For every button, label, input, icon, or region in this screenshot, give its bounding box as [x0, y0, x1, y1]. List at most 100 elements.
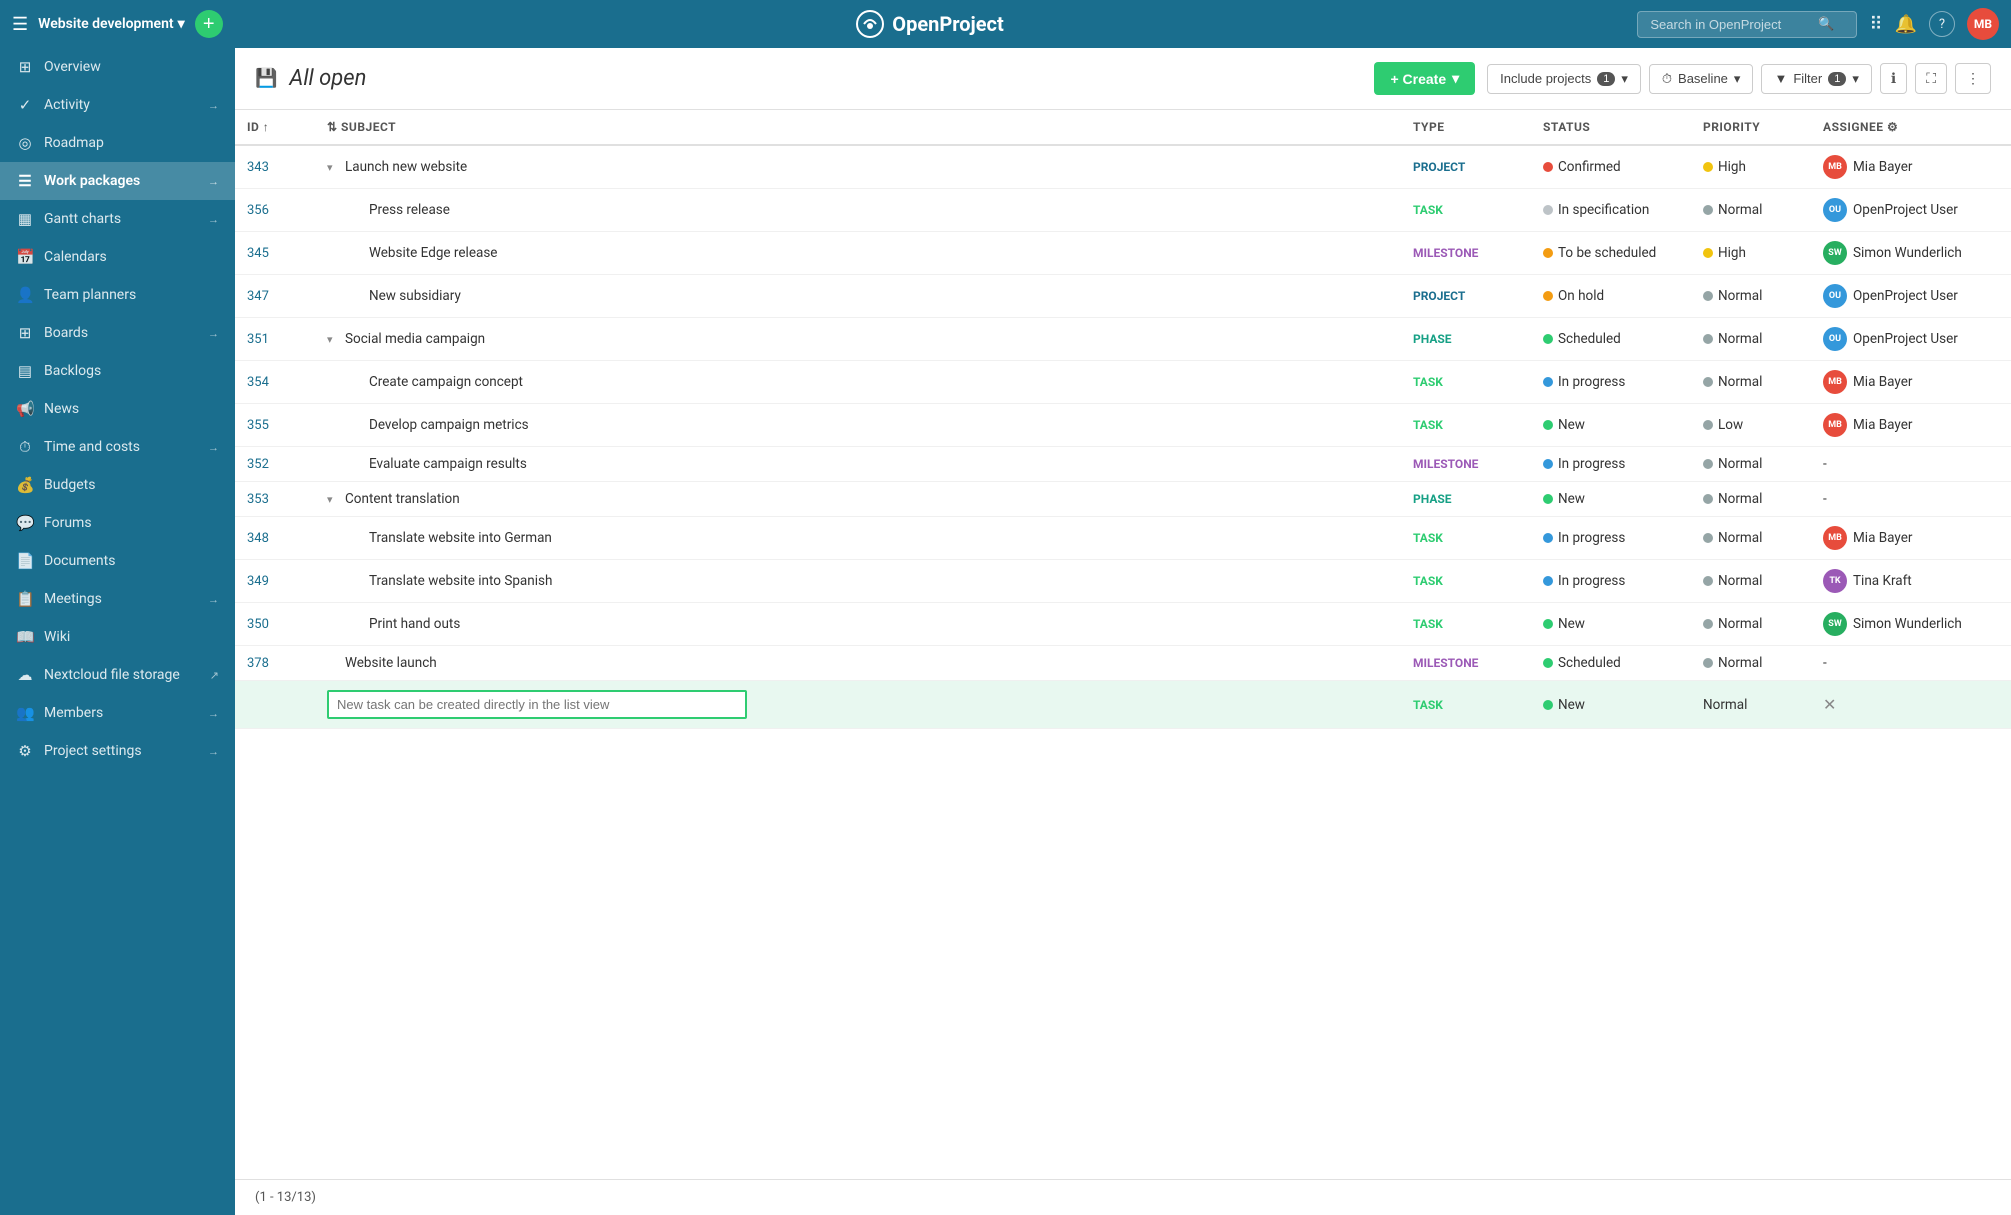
cell-status-378: Scheduled — [1531, 646, 1691, 681]
subject-text-378: Website launch — [345, 655, 437, 671]
filter-button[interactable]: ▼ Filter 1 ▾ — [1761, 64, 1871, 94]
info-button[interactable]: ℹ — [1880, 63, 1907, 94]
assignee-avatar-348: MB — [1823, 526, 1847, 550]
sidebar-item-calendars[interactable]: 📅 Calendars — [0, 238, 235, 276]
baseline-button[interactable]: ⏱ Baseline ▾ — [1649, 64, 1754, 94]
sidebar-item-work-packages[interactable]: ☰ Work packages → — [0, 162, 235, 200]
sidebar-item-overview[interactable]: ⊞ Overview — [0, 48, 235, 86]
assignee-name-352: - — [1823, 456, 1827, 472]
fullscreen-button[interactable]: ⛶ — [1915, 63, 1947, 94]
type-badge-353: PHASE — [1413, 492, 1452, 506]
quick-add-button[interactable]: + — [195, 10, 223, 38]
sidebar-item-documents[interactable]: 📄 Documents — [0, 542, 235, 580]
id-link-356[interactable]: 356 — [247, 203, 269, 218]
sidebar-item-wiki[interactable]: 📖 Wiki — [0, 618, 235, 656]
new-task-type-cell: TASK — [1401, 681, 1531, 729]
id-link-348[interactable]: 348 — [247, 531, 269, 546]
id-link-349[interactable]: 349 — [247, 574, 269, 589]
assignee-avatar-347: OU — [1823, 284, 1847, 308]
id-link-353[interactable]: 353 — [247, 492, 269, 507]
col-priority[interactable]: PRIORITY — [1691, 110, 1811, 145]
priority-dot-354 — [1703, 377, 1713, 387]
include-projects-button[interactable]: Include projects 1 ▾ — [1487, 64, 1641, 94]
id-link-378[interactable]: 378 — [247, 656, 269, 671]
sidebar-arrow-boards: → — [208, 327, 219, 340]
activity-icon: ✓ — [16, 96, 34, 114]
more-options-button[interactable]: ⋮ — [1955, 63, 1991, 94]
save-view-icon[interactable]: 💾 — [255, 68, 277, 89]
id-link-354[interactable]: 354 — [247, 375, 269, 390]
collapse-btn-353[interactable]: ▾ — [327, 493, 341, 506]
grid-menu-icon[interactable]: ⠿ — [1869, 14, 1882, 35]
priority-text-355: Low — [1718, 417, 1743, 433]
sidebar-label-members: Members — [44, 705, 198, 721]
cell-priority-378: Normal — [1691, 646, 1811, 681]
column-settings-icon[interactable]: ⚙ — [1887, 120, 1898, 134]
sidebar-label-forums: Forums — [44, 515, 219, 531]
sidebar-label-documents: Documents — [44, 553, 219, 569]
notifications-icon[interactable]: 🔔 — [1895, 14, 1917, 35]
cell-assignee-354: MB Mia Bayer — [1811, 361, 2011, 404]
sidebar-item-activity[interactable]: ✓ Activity → — [0, 86, 235, 124]
search-input[interactable] — [1650, 17, 1810, 32]
cell-subject-347: New subsidiary — [315, 275, 1401, 318]
assignee-name-348: Mia Bayer — [1853, 530, 1912, 546]
id-link-343[interactable]: 343 — [247, 160, 269, 175]
hamburger-menu-icon[interactable]: ☰ — [12, 14, 28, 35]
new-task-input[interactable] — [327, 690, 747, 719]
sidebar-item-meetings[interactable]: 📋 Meetings → — [0, 580, 235, 618]
cell-type-343: PROJECT — [1401, 145, 1531, 189]
id-link-351[interactable]: 351 — [247, 332, 269, 347]
search-box[interactable]: 🔍 — [1637, 11, 1857, 38]
id-link-355[interactable]: 355 — [247, 418, 269, 433]
id-link-350[interactable]: 350 — [247, 617, 269, 632]
new-task-close-button[interactable]: ✕ — [1823, 695, 1836, 714]
sidebar-item-members[interactable]: 👥 Members → — [0, 694, 235, 732]
cell-id-378: 378 — [235, 646, 315, 681]
sidebar-arrow-work-packages: → — [208, 175, 219, 188]
sidebar-item-boards[interactable]: ⊞ Boards → — [0, 314, 235, 352]
content-area: 💾 All open + Create ▾ Include projects 1… — [235, 48, 2011, 1215]
collapse-btn-343[interactable]: ▾ — [327, 161, 341, 174]
col-assignee[interactable]: ASSIGNEE ⚙ — [1811, 110, 2011, 145]
sidebar-item-nextcloud[interactable]: ☁ Nextcloud file storage ↗ — [0, 656, 235, 694]
sidebar-item-forums[interactable]: 💬 Forums — [0, 504, 235, 542]
sidebar-item-news[interactable]: 📢 News — [0, 390, 235, 428]
col-status[interactable]: STATUS — [1531, 110, 1691, 145]
col-subject[interactable]: ⇅ SUBJECT — [315, 110, 1401, 145]
status-dot-348 — [1543, 533, 1553, 543]
cell-subject-350: Print hand outs — [315, 603, 1401, 646]
project-name[interactable]: Website development ▾ — [38, 16, 185, 32]
nextcloud-icon: ☁ — [16, 666, 34, 684]
cell-id-347: 347 — [235, 275, 315, 318]
sidebar-item-roadmap[interactable]: ◎ Roadmap — [0, 124, 235, 162]
sidebar-item-project-settings[interactable]: ⚙ Project settings → — [0, 732, 235, 770]
user-avatar[interactable]: MB — [1967, 8, 1999, 40]
col-type[interactable]: TYPE — [1401, 110, 1531, 145]
cell-status-352: In progress — [1531, 447, 1691, 482]
meetings-icon: 📋 — [16, 590, 34, 608]
sidebar-arrow-meetings: → — [208, 593, 219, 606]
subject-text-348: Translate website into German — [369, 530, 552, 546]
id-link-352[interactable]: 352 — [247, 457, 269, 472]
assignee-name-354: Mia Bayer — [1853, 374, 1912, 390]
cell-type-345: MILESTONE — [1401, 232, 1531, 275]
priority-dot-353 — [1703, 494, 1713, 504]
col-id[interactable]: ID ↑ — [235, 110, 315, 145]
sidebar-item-team-planners[interactable]: 👤 Team planners — [0, 276, 235, 314]
sidebar-item-budgets[interactable]: 💰 Budgets — [0, 466, 235, 504]
cell-type-351: PHASE — [1401, 318, 1531, 361]
cell-type-354: TASK — [1401, 361, 1531, 404]
priority-dot-356 — [1703, 205, 1713, 215]
help-icon[interactable]: ? — [1929, 11, 1955, 37]
assignee-avatar-350: SW — [1823, 612, 1847, 636]
create-button[interactable]: + Create ▾ — [1374, 62, 1475, 95]
collapse-btn-351[interactable]: ▾ — [327, 333, 341, 346]
sidebar-item-time-costs[interactable]: ⏱ Time and costs → — [0, 428, 235, 466]
id-link-345[interactable]: 345 — [247, 246, 269, 261]
status-text-356: In specification — [1558, 202, 1649, 218]
id-link-347[interactable]: 347 — [247, 289, 269, 304]
sidebar-item-backlogs[interactable]: ▤ Backlogs — [0, 352, 235, 390]
priority-dot-350 — [1703, 619, 1713, 629]
sidebar-item-gantt-charts[interactable]: ▦ Gantt charts → — [0, 200, 235, 238]
